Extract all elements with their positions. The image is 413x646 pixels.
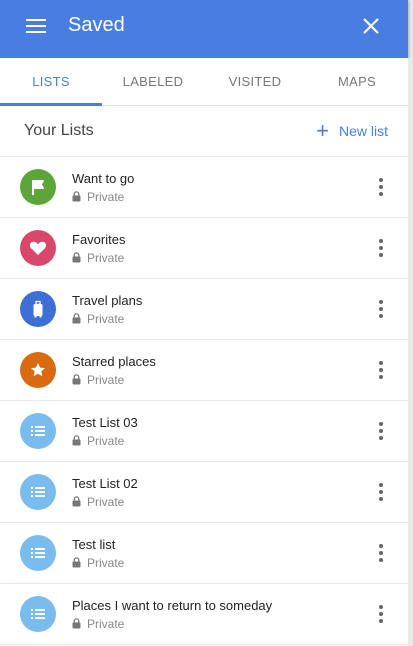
- privacy-label: Private: [87, 433, 125, 448]
- list-name: Want to go: [72, 170, 135, 186]
- privacy-label: Private: [87, 616, 125, 631]
- tab-labeled[interactable]: LABELED: [102, 58, 204, 105]
- privacy-status: Private: [72, 495, 138, 509]
- tab-maps[interactable]: MAPS: [306, 58, 408, 105]
- list-item[interactable]: Test List 03 Private: [0, 401, 408, 462]
- privacy-status: Private: [72, 434, 138, 448]
- list-icon: [20, 413, 56, 449]
- tab-visited[interactable]: VISITED: [204, 58, 306, 105]
- more-options-icon[interactable]: [378, 605, 384, 623]
- lock-icon: [72, 557, 87, 568]
- tab-lists[interactable]: LISTS: [0, 58, 102, 106]
- list-item-text: Travel plans Private: [72, 293, 142, 326]
- privacy-label: Private: [87, 555, 125, 570]
- more-options-icon[interactable]: [378, 422, 384, 440]
- privacy-label: Private: [87, 494, 125, 509]
- list-name: Places I want to return to someday: [72, 597, 273, 613]
- lock-icon: [72, 191, 87, 202]
- privacy-label: Private: [87, 189, 125, 204]
- list-item-text: Want to go Private: [72, 171, 134, 204]
- page-title: Saved: [68, 14, 125, 36]
- menu-icon[interactable]: [26, 19, 46, 33]
- flag-icon: [20, 169, 56, 205]
- heart-icon: [20, 230, 56, 266]
- list-name: Favorites: [72, 231, 126, 247]
- list-icon: [20, 535, 56, 571]
- suitcase-icon: [20, 291, 56, 327]
- privacy-status: Private: [72, 556, 124, 570]
- privacy-status: Private: [72, 251, 125, 265]
- list-name: Travel plans: [72, 292, 143, 308]
- lock-icon: [72, 374, 87, 385]
- list-name: Test list: [72, 536, 116, 552]
- list-name: Starred places: [72, 353, 156, 369]
- lists-section-header: Your Lists + New list: [0, 106, 408, 157]
- privacy-label: Private: [87, 372, 125, 387]
- more-options-icon[interactable]: [378, 178, 384, 196]
- list-item-text: Places I want to return to someday Privat…: [72, 598, 272, 631]
- list-item[interactable]: Test List 02 Private: [0, 462, 408, 523]
- more-options-icon[interactable]: [378, 239, 384, 257]
- more-options-icon[interactable]: [378, 361, 384, 379]
- new-list-label: New list: [338, 123, 388, 139]
- lock-icon: [72, 618, 87, 629]
- list-icon: [20, 474, 56, 510]
- star-icon: [20, 352, 56, 388]
- close-icon[interactable]: [361, 16, 381, 36]
- privacy-label: Private: [87, 311, 125, 326]
- list-item-text: Starred places Private: [72, 354, 156, 387]
- section-title: Your Lists: [24, 122, 94, 139]
- privacy-label: Private: [87, 250, 125, 265]
- list-item-text: Test List 03 Private: [72, 415, 138, 448]
- saved-panel: Saved LISTS LABELED VISITED MAPS Your Li…: [0, 0, 408, 646]
- privacy-status: Private: [72, 190, 134, 204]
- list-icon: [20, 596, 56, 632]
- list-item[interactable]: Want to go Private: [0, 157, 408, 218]
- list-item-text: Test List 02 Private: [72, 476, 138, 509]
- privacy-status: Private: [72, 617, 272, 631]
- list-item-text: Favorites Private: [72, 232, 125, 265]
- list-item[interactable]: Places I want to return to someday Privat…: [0, 584, 408, 645]
- saved-lists: Want to go Private Favorites Private Travel …: [0, 157, 408, 645]
- list-name: Test List 03: [72, 414, 138, 430]
- plus-icon: +: [316, 118, 329, 143]
- new-list-button[interactable]: + New list: [316, 120, 388, 142]
- more-options-icon[interactable]: [378, 544, 384, 562]
- list-item[interactable]: Test list Private: [0, 523, 408, 584]
- header: Saved: [0, 0, 408, 58]
- list-item[interactable]: Starred places Private: [0, 340, 408, 401]
- tab-bar: LISTS LABELED VISITED MAPS: [0, 58, 408, 106]
- privacy-status: Private: [72, 312, 142, 326]
- more-options-icon[interactable]: [378, 483, 384, 501]
- list-item-text: Test list Private: [72, 537, 124, 570]
- scroll-gutter: [408, 58, 413, 646]
- lock-icon: [72, 496, 87, 507]
- privacy-status: Private: [72, 373, 156, 387]
- lock-icon: [72, 252, 87, 263]
- more-options-icon[interactable]: [378, 300, 384, 318]
- lock-icon: [72, 313, 87, 324]
- list-item[interactable]: Favorites Private: [0, 218, 408, 279]
- lock-icon: [72, 435, 87, 446]
- list-name: Test List 02: [72, 475, 138, 491]
- list-item[interactable]: Travel plans Private: [0, 279, 408, 340]
